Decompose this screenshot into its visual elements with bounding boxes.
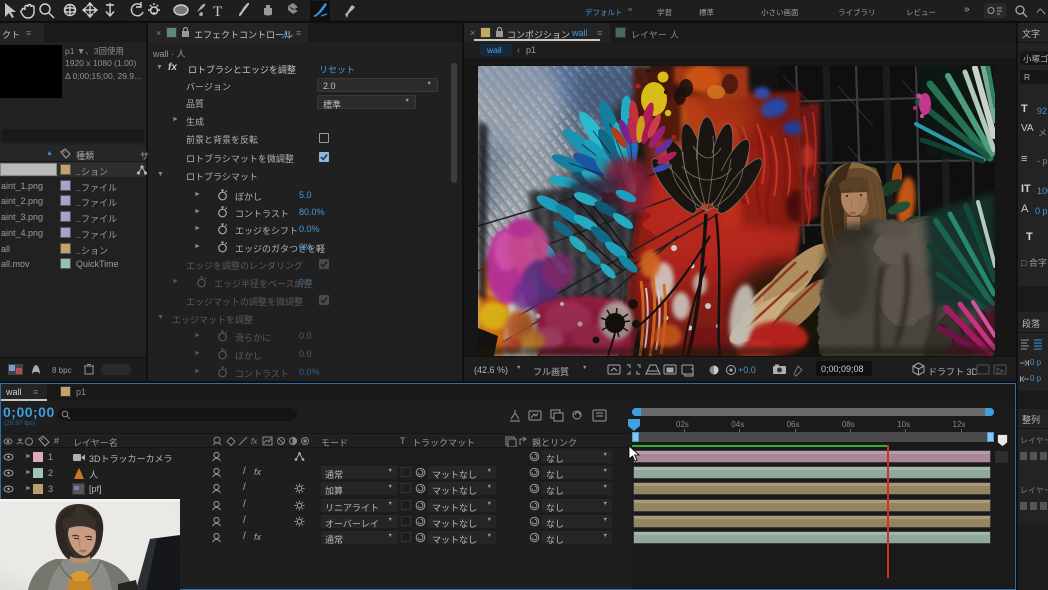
svg-text:T: T (213, 4, 222, 20)
svg-text:fx: fx (251, 437, 258, 446)
svg-text:8 bpc: 8 bpc (52, 366, 72, 375)
svg-text:ヘ: ヘ (1036, 7, 1046, 18)
